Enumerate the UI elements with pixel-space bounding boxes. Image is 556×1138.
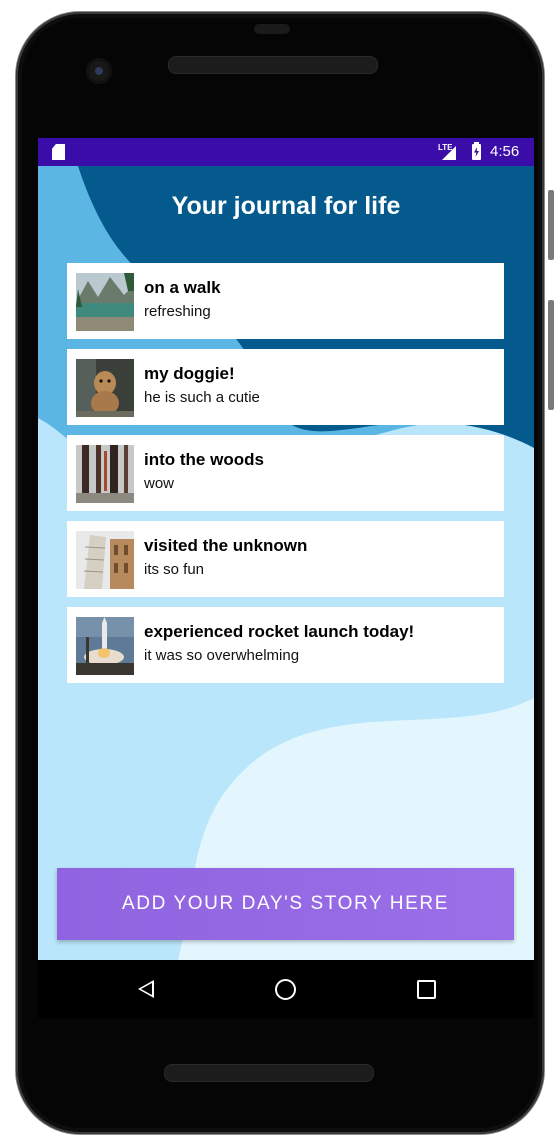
entry-title: into the woods bbox=[144, 450, 264, 469]
battery-charging-icon bbox=[472, 142, 481, 160]
home-icon[interactable] bbox=[275, 979, 296, 1000]
journal-entry-card[interactable]: experienced rocket launch today! it was … bbox=[67, 607, 504, 683]
top-speaker bbox=[168, 56, 378, 74]
journal-list: on a walk refreshing my doggie! he is su… bbox=[67, 263, 504, 693]
entry-thumbnail bbox=[76, 359, 134, 417]
entry-subtitle: he is such a cutie bbox=[144, 389, 260, 406]
back-icon[interactable] bbox=[138, 980, 154, 998]
entry-thumbnail bbox=[76, 617, 134, 675]
entry-title: experienced rocket launch today! bbox=[144, 622, 415, 641]
bottom-speaker bbox=[164, 1064, 374, 1082]
front-camera bbox=[86, 58, 112, 84]
entry-title: on a walk bbox=[144, 278, 221, 297]
page-title: Your journal for life bbox=[171, 192, 401, 220]
status-time: 4:56 bbox=[490, 143, 520, 160]
journal-entry-card[interactable]: my doggie! he is such a cutie bbox=[67, 349, 504, 425]
journal-entry-card[interactable]: visited the unknown its so fun bbox=[67, 521, 504, 597]
entry-thumbnail bbox=[76, 273, 134, 331]
entry-title: visited the unknown bbox=[144, 536, 308, 555]
add-story-button[interactable]: ADD YOUR DAY'S STORY HERE bbox=[57, 868, 514, 940]
entry-subtitle: wow bbox=[144, 475, 175, 492]
earpiece-slot bbox=[254, 24, 290, 34]
entry-title: my doggie! bbox=[144, 364, 235, 383]
power-button[interactable] bbox=[548, 190, 554, 260]
entry-thumbnail bbox=[76, 531, 134, 589]
app-screen: LTE 4:56 Your journal for life on a walk… bbox=[38, 138, 534, 960]
entry-subtitle: refreshing bbox=[144, 303, 211, 320]
entry-thumbnail bbox=[76, 445, 134, 503]
journal-entry-card[interactable]: into the woods wow bbox=[67, 435, 504, 511]
navigation-bar bbox=[38, 960, 534, 1018]
volume-button[interactable] bbox=[548, 300, 554, 410]
sd-card-icon bbox=[52, 144, 65, 160]
entry-subtitle: its so fun bbox=[144, 561, 205, 578]
journal-entry-card[interactable]: on a walk refreshing bbox=[67, 263, 504, 339]
recents-icon[interactable] bbox=[417, 980, 436, 999]
entry-subtitle: it was so overwhelming bbox=[144, 647, 300, 664]
signal-icon bbox=[442, 146, 456, 160]
status-bar: LTE 4:56 bbox=[38, 138, 534, 166]
